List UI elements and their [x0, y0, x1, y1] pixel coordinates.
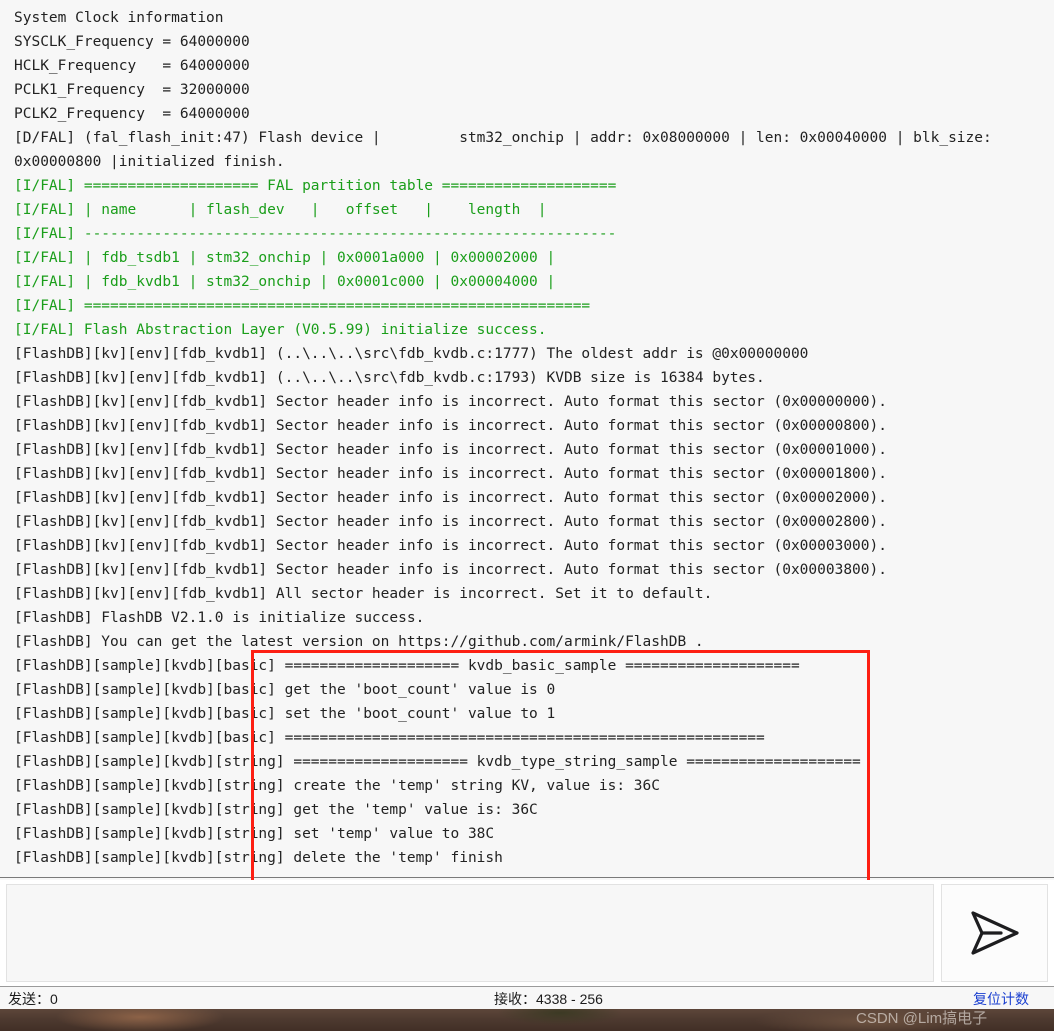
log-line: [I/FAL] | fdb_kvdb1 | stm32_onchip | 0x0…	[14, 274, 556, 290]
log-line: [FlashDB][kv][env][fdb_kvdb1] Sector hea…	[14, 442, 887, 458]
log-line: [FlashDB][kv][env][fdb_kvdb1] All sector…	[14, 586, 713, 602]
log-line: [FlashDB] FlashDB V2.1.0 is initialize s…	[14, 610, 425, 626]
log-line: PCLK2_Frequency = 64000000	[14, 106, 250, 122]
log-line: [FlashDB][kv][env][fdb_kvdb1] Sector hea…	[14, 394, 887, 410]
log-line: [FlashDB][kv][env][fdb_kvdb1] Sector hea…	[14, 538, 887, 554]
log-line: 0x00000800 |initialized finish.	[14, 154, 285, 170]
serial-terminal-window: System Clock information SYSCLK_Frequency…	[0, 0, 1054, 1031]
serial-receive-log[interactable]: System Clock information SYSCLK_Frequency…	[0, 0, 1054, 878]
send-input[interactable]	[6, 884, 934, 982]
log-line: [FlashDB][kv][env][fdb_kvdb1] Sector hea…	[14, 514, 887, 530]
desktop-wallpaper	[0, 1009, 1054, 1031]
send-button[interactable]	[941, 884, 1048, 982]
log-line: [FlashDB][sample][kvdb][basic] set the '…	[14, 706, 556, 722]
log-line: [I/FAL] ==================== FAL partiti…	[14, 178, 617, 194]
log-line: [FlashDB][sample][kvdb][string] delete t…	[14, 850, 503, 866]
log-line: [I/FAL] | name | flash_dev | offset | le…	[14, 202, 547, 218]
log-line: [FlashDB][sample][kvdb][string] set 'tem…	[14, 826, 495, 842]
log-line: [FlashDB][kv][env][fdb_kvdb1] Sector hea…	[14, 418, 887, 434]
log-line: [I/FAL] --------------------------------…	[14, 226, 617, 242]
log-line: [FlashDB][sample][kvdb][string] get the …	[14, 802, 538, 818]
log-line: [I/FAL] Flash Abstraction Layer (V0.5.99…	[14, 322, 547, 338]
log-line: [FlashDB][sample][kvdb][string] create t…	[14, 778, 661, 794]
log-line: [FlashDB][sample][kvdb][basic] =========…	[14, 730, 765, 746]
log-line: [FlashDB][sample][kvdb][basic] =========…	[14, 658, 800, 674]
send-arrow-icon	[967, 909, 1023, 957]
log-line: [D/FAL] (fal_flash_init:47) Flash device…	[14, 130, 992, 146]
log-line: [I/FAL] | fdb_tsdb1 | stm32_onchip | 0x0…	[14, 250, 556, 266]
log-line: System Clock information	[14, 10, 224, 26]
log-line: [FlashDB][sample][kvdb][string] ========…	[14, 754, 861, 770]
status-sent-bytes: 发送：0	[8, 991, 58, 1007]
log-line: [I/FAL] ================================…	[14, 298, 591, 314]
log-line: [FlashDB][kv][env][fdb_kvdb1] (..\..\..\…	[14, 370, 765, 386]
status-received-bytes: 接收：4338 - 256	[494, 991, 603, 1007]
reset-counter-link[interactable]: 复位计数	[973, 989, 1029, 1009]
send-panel	[0, 880, 1054, 986]
log-line: [FlashDB][kv][env][fdb_kvdb1] Sector hea…	[14, 562, 887, 578]
log-line: [FlashDB][kv][env][fdb_kvdb1] (..\..\..\…	[14, 346, 809, 362]
log-line: PCLK1_Frequency = 32000000	[14, 82, 250, 98]
log-line: [FlashDB][kv][env][fdb_kvdb1] Sector hea…	[14, 490, 887, 506]
log-line: [FlashDB] You can get the latest version…	[14, 634, 704, 650]
status-bar: 发送：0 接收：4338 - 256 复位计数	[0, 986, 1054, 1010]
log-line: SYSCLK_Frequency = 64000000	[14, 34, 250, 50]
log-line: [FlashDB][kv][env][fdb_kvdb1] Sector hea…	[14, 466, 887, 482]
log-line: [FlashDB][sample][kvdb][basic] get the '…	[14, 682, 556, 698]
log-line: HCLK_Frequency = 64000000	[14, 58, 250, 74]
